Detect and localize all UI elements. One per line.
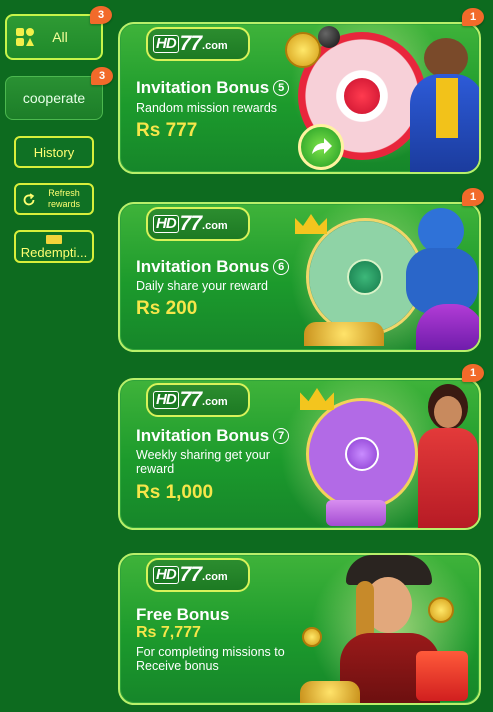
notification-badge: 3 bbox=[90, 6, 112, 24]
cards-suit-icon bbox=[16, 28, 34, 46]
card-title-text: Invitation Bonus bbox=[136, 257, 270, 276]
hd77-logo: HD 77 .com bbox=[146, 27, 250, 61]
refresh-icon bbox=[23, 193, 35, 206]
promo-card[interactable]: HD 77 .com Free Bonus Rs 7,777 For complet… bbox=[118, 553, 481, 705]
promo-card[interactable]: HD 77 .com Invitation Bonus 5 Random missio… bbox=[118, 8, 484, 174]
coins-pile-image bbox=[304, 322, 384, 346]
notification-badge: 1 bbox=[462, 188, 484, 206]
card-title-text: Free Bonus bbox=[136, 605, 230, 624]
logo-number: 77 bbox=[179, 212, 202, 235]
logo-number: 77 bbox=[179, 388, 202, 411]
card-amount: Rs 1,000 bbox=[136, 482, 214, 503]
redemption-button[interactable]: Redempti... bbox=[14, 230, 94, 263]
logo-domain: .com bbox=[202, 40, 228, 52]
bomb-image bbox=[318, 26, 340, 48]
logo-hd: HD bbox=[153, 391, 179, 409]
card-index: 7 bbox=[273, 428, 290, 444]
sidebar: All 3 cooperate 3 History Refresh reward… bbox=[0, 0, 113, 712]
hd77-logo: HD 77 .com bbox=[146, 383, 250, 417]
card-amount: Rs 200 bbox=[136, 298, 198, 319]
category-all-tab[interactable]: All 3 bbox=[5, 6, 112, 60]
logo-hd: HD bbox=[153, 215, 179, 233]
card-title: Invitation Bonus 6 bbox=[136, 257, 290, 277]
card-title-text: Invitation Bonus bbox=[136, 78, 270, 97]
card-index: 5 bbox=[273, 80, 290, 96]
card-subtitle: Weekly sharing get your reward bbox=[136, 448, 270, 476]
coin-image bbox=[285, 32, 321, 68]
card-subtitle: For completing missions to Receive bonus bbox=[136, 645, 285, 673]
draw-button-image bbox=[347, 259, 383, 295]
bull-character-image bbox=[410, 38, 479, 172]
card-amount: Rs 7,777 bbox=[136, 624, 201, 641]
logo-hd: HD bbox=[153, 566, 179, 584]
history-button[interactable]: History bbox=[14, 136, 94, 168]
gift-box-image bbox=[416, 651, 468, 701]
draw-button-image bbox=[345, 437, 379, 471]
logo-hd: HD bbox=[153, 35, 179, 53]
logo-number: 77 bbox=[179, 32, 202, 55]
draw-button-image bbox=[342, 76, 382, 116]
genie-character-image bbox=[400, 204, 479, 350]
coins-pile-image bbox=[300, 681, 360, 703]
coin-image bbox=[428, 597, 454, 623]
card-title: Invitation Bonus 5 bbox=[136, 78, 290, 98]
coin-image bbox=[302, 627, 322, 647]
card-subtitle: Random mission rewards bbox=[136, 101, 278, 115]
promo-card[interactable]: HD 77 .com Invitation Bonus 6 Daily share y… bbox=[118, 188, 484, 352]
category-all-label: All bbox=[52, 29, 68, 45]
logo-domain: .com bbox=[202, 220, 228, 232]
notification-badge: 1 bbox=[462, 8, 484, 26]
card-index: 6 bbox=[273, 259, 290, 275]
notification-badge: 3 bbox=[91, 67, 113, 85]
arrow-right-icon bbox=[312, 138, 332, 154]
category-cooperate-label: cooperate bbox=[22, 90, 86, 106]
logo-domain: .com bbox=[202, 396, 228, 408]
ticket-icon bbox=[46, 235, 62, 244]
card-title: Invitation Bonus 7 bbox=[136, 426, 290, 446]
card-subtitle: Daily share your reward bbox=[136, 279, 268, 293]
logo-number: 77 bbox=[179, 563, 202, 586]
refresh-rewards-label: Refresh rewards bbox=[47, 188, 80, 209]
notification-badge: 1 bbox=[462, 364, 484, 382]
logo-domain: .com bbox=[202, 571, 228, 583]
hd77-logo: HD 77 .com bbox=[146, 558, 250, 592]
promo-card[interactable]: HD 77 .com Invitation Bonus 7 Weekly sharin… bbox=[118, 364, 484, 530]
hd77-logo: HD 77 .com bbox=[146, 207, 250, 241]
redemption-label: Redempti... bbox=[20, 245, 88, 260]
history-label: History bbox=[33, 144, 75, 160]
card-amount: Rs 777 bbox=[136, 120, 198, 141]
category-cooperate-tab[interactable]: cooperate 3 bbox=[5, 67, 113, 120]
card-title-text: Invitation Bonus bbox=[136, 426, 270, 445]
card-title: Free Bonus bbox=[136, 605, 230, 625]
princess-character-image bbox=[410, 380, 479, 528]
gift-box-image bbox=[326, 500, 386, 526]
refresh-rewards-button[interactable]: Refresh rewards bbox=[14, 183, 94, 215]
